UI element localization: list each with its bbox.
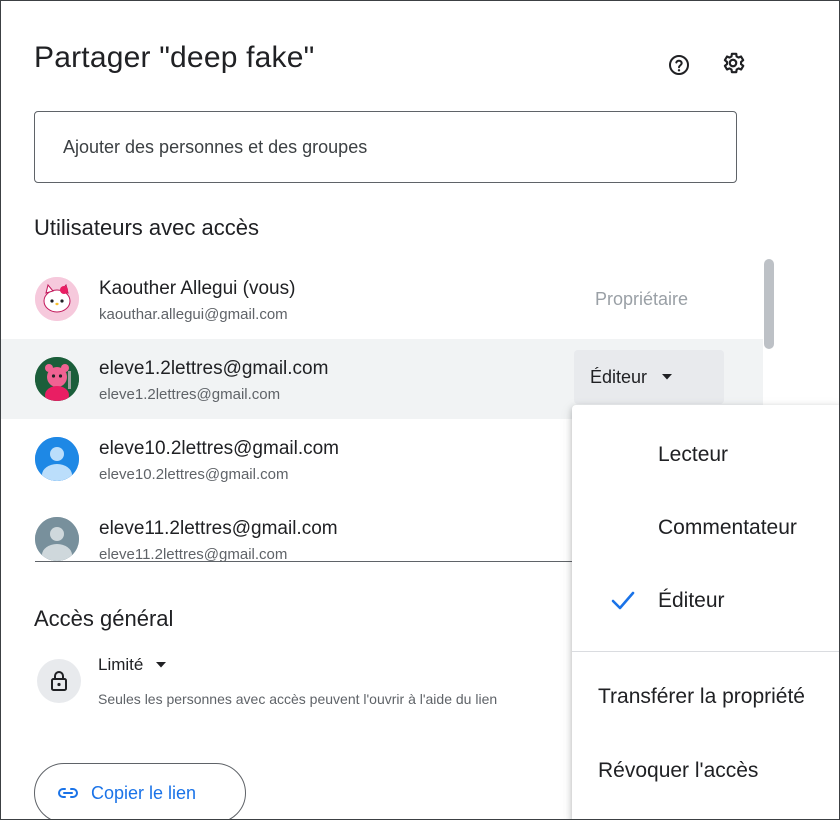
help-button[interactable] (661, 47, 697, 83)
gear-icon (723, 52, 745, 74)
caret-down-icon (662, 374, 673, 380)
lock-icon (51, 671, 67, 691)
add-people-input[interactable] (34, 111, 737, 183)
user-row-owner: Kaouther Allegui (vous) kaouthar.allegui… (1, 259, 763, 339)
default-person-avatar-gray (35, 517, 79, 561)
dialog-title: Partager "deep fake" (34, 41, 315, 74)
user-email: eleve10.2lettres@gmail.com (99, 466, 289, 483)
link-icon (57, 787, 79, 799)
menu-item-label: Transférer la propriété (598, 685, 805, 708)
copy-link-button[interactable]: Copier le lien (34, 763, 246, 819)
users-with-access-title: Utilisateurs avec accès (34, 215, 259, 240)
menu-item-lecteur[interactable]: Lecteur (572, 425, 839, 485)
role-menu: Lecteur Commentateur Éditeur Transférer … (572, 405, 839, 819)
user-email: eleve11.2lettres@gmail.com (99, 546, 288, 561)
access-level-label: Limité (98, 655, 144, 674)
menu-item-label: Lecteur (658, 443, 729, 466)
general-access-dropdown[interactable]: Limité (98, 655, 167, 675)
user-email: kaouthar.allegui@gmail.com (99, 306, 288, 323)
hello-kitty-avatar (35, 277, 79, 321)
general-access-description: Seules les personnes avec accès peuvent … (98, 691, 498, 707)
menu-item-commentateur[interactable]: Commentateur (572, 498, 839, 558)
general-access-icon-circle (37, 659, 81, 703)
menu-item-label: Commentateur (658, 516, 797, 539)
default-person-avatar-blue (35, 437, 79, 481)
menu-divider (572, 651, 839, 652)
settings-button[interactable] (715, 45, 751, 81)
pink-character-avatar (35, 357, 79, 401)
copy-link-label: Copier le lien (91, 782, 197, 803)
user-name: eleve1.2lettres@gmail.com (99, 358, 329, 379)
menu-item-revoke-access[interactable]: Révoquer l'accès (572, 741, 839, 801)
role-dropdown-button[interactable]: Éditeur (574, 350, 724, 404)
caret-down-icon (156, 662, 167, 668)
user-name: Kaouther Allegui (vous) (99, 278, 296, 299)
share-dialog: Partager "deep fake" Utilisateurs avec a… (0, 0, 840, 820)
user-name: eleve10.2lettres@gmail.com (99, 438, 340, 459)
owner-role-label: Propriétaire (595, 289, 689, 309)
menu-item-label: Éditeur (658, 589, 725, 612)
user-list-scrollbar[interactable] (764, 259, 774, 349)
role-label: Éditeur (590, 366, 648, 387)
menu-item-editeur[interactable]: Éditeur (572, 571, 839, 631)
menu-item-transfer-ownership[interactable]: Transférer la propriété (572, 667, 839, 727)
help-circle-icon (669, 55, 689, 75)
checkmark-icon (611, 591, 635, 610)
general-access-title: Accès général (34, 606, 174, 631)
user-name: eleve11.2lettres@gmail.com (99, 518, 338, 539)
menu-item-label: Révoquer l'accès (598, 759, 759, 782)
user-email: eleve1.2lettres@gmail.com (99, 386, 281, 403)
